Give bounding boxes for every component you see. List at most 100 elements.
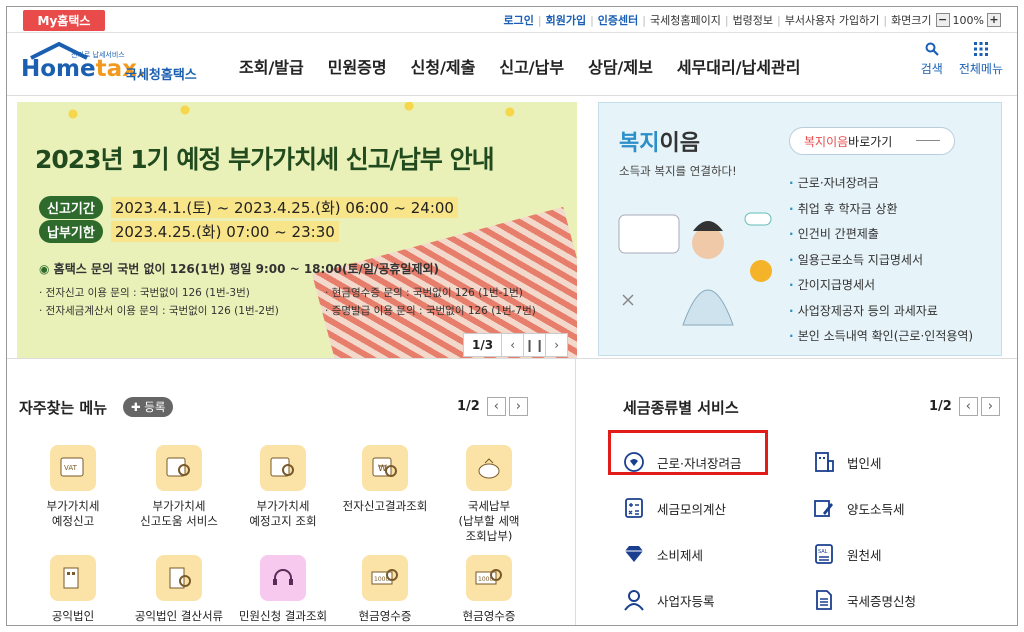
fav-cash-receipt[interactable]: 1000 현금영수증 <box>333 555 437 624</box>
building-icon <box>815 452 834 472</box>
fav-label: 전자신고결과조회 <box>342 499 428 513</box>
dept-user-signup-link[interactable]: 부서사용자 가입하기 <box>785 12 880 28</box>
won-search-icon: ₩ <box>362 445 408 491</box>
tax-consumption[interactable]: 소비제세 <box>623 543 703 565</box>
fav-label: 민원신청 결과조회 <box>238 609 328 623</box>
all-menu-button[interactable]: 전체메뉴 <box>959 42 1003 77</box>
tax-services-prev-button[interactable]: ‹ <box>958 397 978 416</box>
welfare-item[interactable]: 간이지급명세서 <box>789 273 973 299</box>
cert-center-link[interactable]: 인증센터 <box>598 12 638 28</box>
register-favorite-button[interactable]: ✚ 등록 <box>123 397 174 417</box>
tax-certificate-request[interactable]: 국세증명신청 <box>813 589 916 611</box>
favorites-title: 자주찾는 메뉴 <box>19 399 108 417</box>
filing-period-label: 신고기간 <box>39 196 103 219</box>
tax-type-services: 세금종류별 서비스 1/2 ‹ › 근로·자녀장려금 법인세 세금모의계산 양도… <box>577 359 1017 625</box>
welfare-panel: 복지이음 소득과 복지를 연결하다! 복지이음 바로가기 근로·자녀장려금 취업… <box>598 102 1002 356</box>
nts-homepage-link[interactable]: 국세청홈페이지 <box>650 12 721 28</box>
fav-civil-result[interactable]: 민원신청 결과조회 <box>231 555 335 624</box>
zoom-value: 100% <box>952 13 984 27</box>
welfare-title: 복지이음 <box>619 131 700 156</box>
my-hometax-button[interactable]: My홈택스 <box>23 10 105 31</box>
zoom-control: − 100% + <box>935 13 1001 27</box>
main-navigation: 조회/발급 민원증명 신청/제출 신고/납부 상담/제보 세무대리/납세관리 <box>239 54 824 78</box>
banner-title: 2023년 1기 예정 부가가치세 신고/납부 안내 <box>35 145 495 174</box>
signup-link[interactable]: 회원가입 <box>546 12 586 28</box>
fav-label: 공익법인 결산서류 <box>134 609 224 623</box>
headset-icon <box>260 555 306 601</box>
welfare-item[interactable]: 본인 소득내역 확인(근로·인적용역) <box>789 324 973 350</box>
banner-next-button[interactable]: › <box>545 334 567 356</box>
money-bag-icon <box>466 445 512 491</box>
favorites-next-button[interactable]: › <box>508 397 528 416</box>
tax-capital-gains[interactable]: 양도소득세 <box>813 497 905 519</box>
document-pen-icon <box>814 500 833 517</box>
vat-notice-banner[interactable]: 2023년 1기 예정 부가가치세 신고/납부 안내 신고기간 2023.4.1… <box>17 102 577 358</box>
header-tools: 검색 전체메뉴 <box>921 42 1003 77</box>
tax-withholding[interactable]: SAL 원천세 <box>813 543 882 565</box>
welfare-item[interactable]: 근로·자녀장려금 <box>789 171 973 197</box>
flower-decoration <box>17 102 577 142</box>
tax-business-registration[interactable]: 사업자등록 <box>623 589 715 611</box>
welfare-list: 근로·자녀장려금 취업 후 학자금 상환 인건비 간편제출 일용근로소득 지급명… <box>789 171 973 350</box>
fav-label: 부가가치세 예정신고 <box>46 499 100 528</box>
search-icon <box>925 42 939 56</box>
welfare-item[interactable]: 일용근로소득 지급명세서 <box>789 248 973 274</box>
tax-corporate[interactable]: 법인세 <box>813 451 882 473</box>
nav-tax-agent[interactable]: 세무대리/납세관리 <box>677 54 801 78</box>
filing-period-value: 2023.4.1.(토) ~ 2023.4.25.(화) 06:00 ~ 24:… <box>110 197 458 218</box>
nav-consult-report[interactable]: 상담/제보 <box>588 54 653 78</box>
favorites-prev-button[interactable]: ‹ <box>486 397 506 416</box>
search-button[interactable]: 검색 <box>921 42 943 77</box>
main-header: 전자로 납세서비스 Hometax. 국세청홈택스 조회/발급 민원증명 신청/… <box>7 34 1017 96</box>
banner-page-indicator: 1/3 <box>472 338 494 352</box>
document-search-icon <box>156 445 202 491</box>
banner-controls: 1/3 ‹ ❙❙ › <box>463 333 569 357</box>
welfare-shortcut-button[interactable]: 복지이음 바로가기 <box>789 127 955 155</box>
tax-services-title: 세금종류별 서비스 <box>623 399 739 417</box>
fav-vat-help-service[interactable]: 부가가치세 신고도움 서비스 <box>127 445 231 529</box>
chevron-left-icon: ‹ <box>510 338 515 352</box>
favorites-section: 자주찾는 메뉴 ✚ 등록 1/2 ‹ › VAT 부가가치세 예정신고 부가가치… <box>17 359 573 625</box>
document-icon <box>816 590 832 610</box>
tax-services-next-button[interactable]: › <box>980 397 1000 416</box>
login-link[interactable]: 로그인 <box>504 12 534 28</box>
law-info-link[interactable]: 법령정보 <box>733 12 773 28</box>
cash-search-icon: 1000 <box>362 555 408 601</box>
fav-public-corp-settlement[interactable]: 공익법인 결산서류 <box>127 555 231 624</box>
column-divider <box>575 358 576 625</box>
fav-vat-notice-inquiry[interactable]: 부가가치세 예정고지 조회 <box>231 445 335 529</box>
banner-detail: · 현금영수증 문의 : 국번없이 126 (1번-1번) <box>325 287 523 299</box>
tax-simulation[interactable]: 세금모의계산 <box>623 497 726 519</box>
nav-civil-certificate[interactable]: 민원증명 <box>328 54 387 78</box>
banner-pause-button[interactable]: ❙❙ <box>523 334 545 356</box>
banner-detail: · 증명발급 이용 문의 : 국번없이 126 (1번-7번) <box>325 305 536 317</box>
zoom-out-button[interactable]: − <box>935 13 950 27</box>
fav-national-tax-payment[interactable]: 국세납부 (납부할 세액 조회납부) <box>437 445 541 544</box>
fav-vat-prelim-report[interactable]: VAT 부가가치세 예정신고 <box>21 445 125 529</box>
grid-menu-icon <box>973 42 988 56</box>
browser-page: My홈택스 로그인 | 회원가입 | 인증센터 | 국세청홈페이지 | 법령정보 | 부서… <box>6 6 1018 626</box>
zoom-in-button[interactable]: + <box>987 13 1001 27</box>
welfare-item[interactable]: 취업 후 학자금 상환 <box>789 197 973 223</box>
nav-report-pay[interactable]: 신고/납부 <box>499 54 564 78</box>
fav-label: 부가가치세 예정고지 조회 <box>249 499 317 528</box>
chevron-right-icon: › <box>554 338 559 352</box>
utility-links: 로그인 | 회원가입 | 인증센터 | 국세청홈페이지 | 법령정보 | 부서사용자 가입… <box>504 12 1001 28</box>
fav-e-filing-result[interactable]: ₩ 전자신고결과조회 <box>333 445 437 514</box>
tax-services-page: 1/2 <box>929 399 952 414</box>
banner-prev-button[interactable]: ‹ <box>501 334 523 356</box>
banner-detail: · 전자신고 이용 문의 : 국번없이 126 (1번-3번) <box>39 287 250 299</box>
nav-inquiry-issue[interactable]: 조회/발급 <box>239 54 304 78</box>
welfare-item[interactable]: 사업장제공자 등의 과세자료 <box>789 299 973 325</box>
welfare-item[interactable]: 인건비 간편제출 <box>789 222 973 248</box>
nav-apply-submit[interactable]: 신청/제출 <box>411 54 476 78</box>
arrow-right-icon <box>916 140 940 141</box>
building-icon <box>50 555 96 601</box>
filing-period-row: 신고기간 2023.4.1.(토) ~ 2023.4.25.(화) 06:00 … <box>39 196 458 219</box>
fav-cash-receipt-2[interactable]: 1000 현금영수증 <box>437 555 541 624</box>
hometax-logo[interactable]: 전자로 납세서비스 Hometax. 국세청홈택스 <box>17 40 207 90</box>
fav-public-corp[interactable]: 공익법인 <box>21 555 125 624</box>
fav-label: 현금영수증 <box>462 609 516 623</box>
diamond-icon <box>625 546 643 562</box>
logo-subtitle: 국세청홈택스 <box>125 68 197 83</box>
